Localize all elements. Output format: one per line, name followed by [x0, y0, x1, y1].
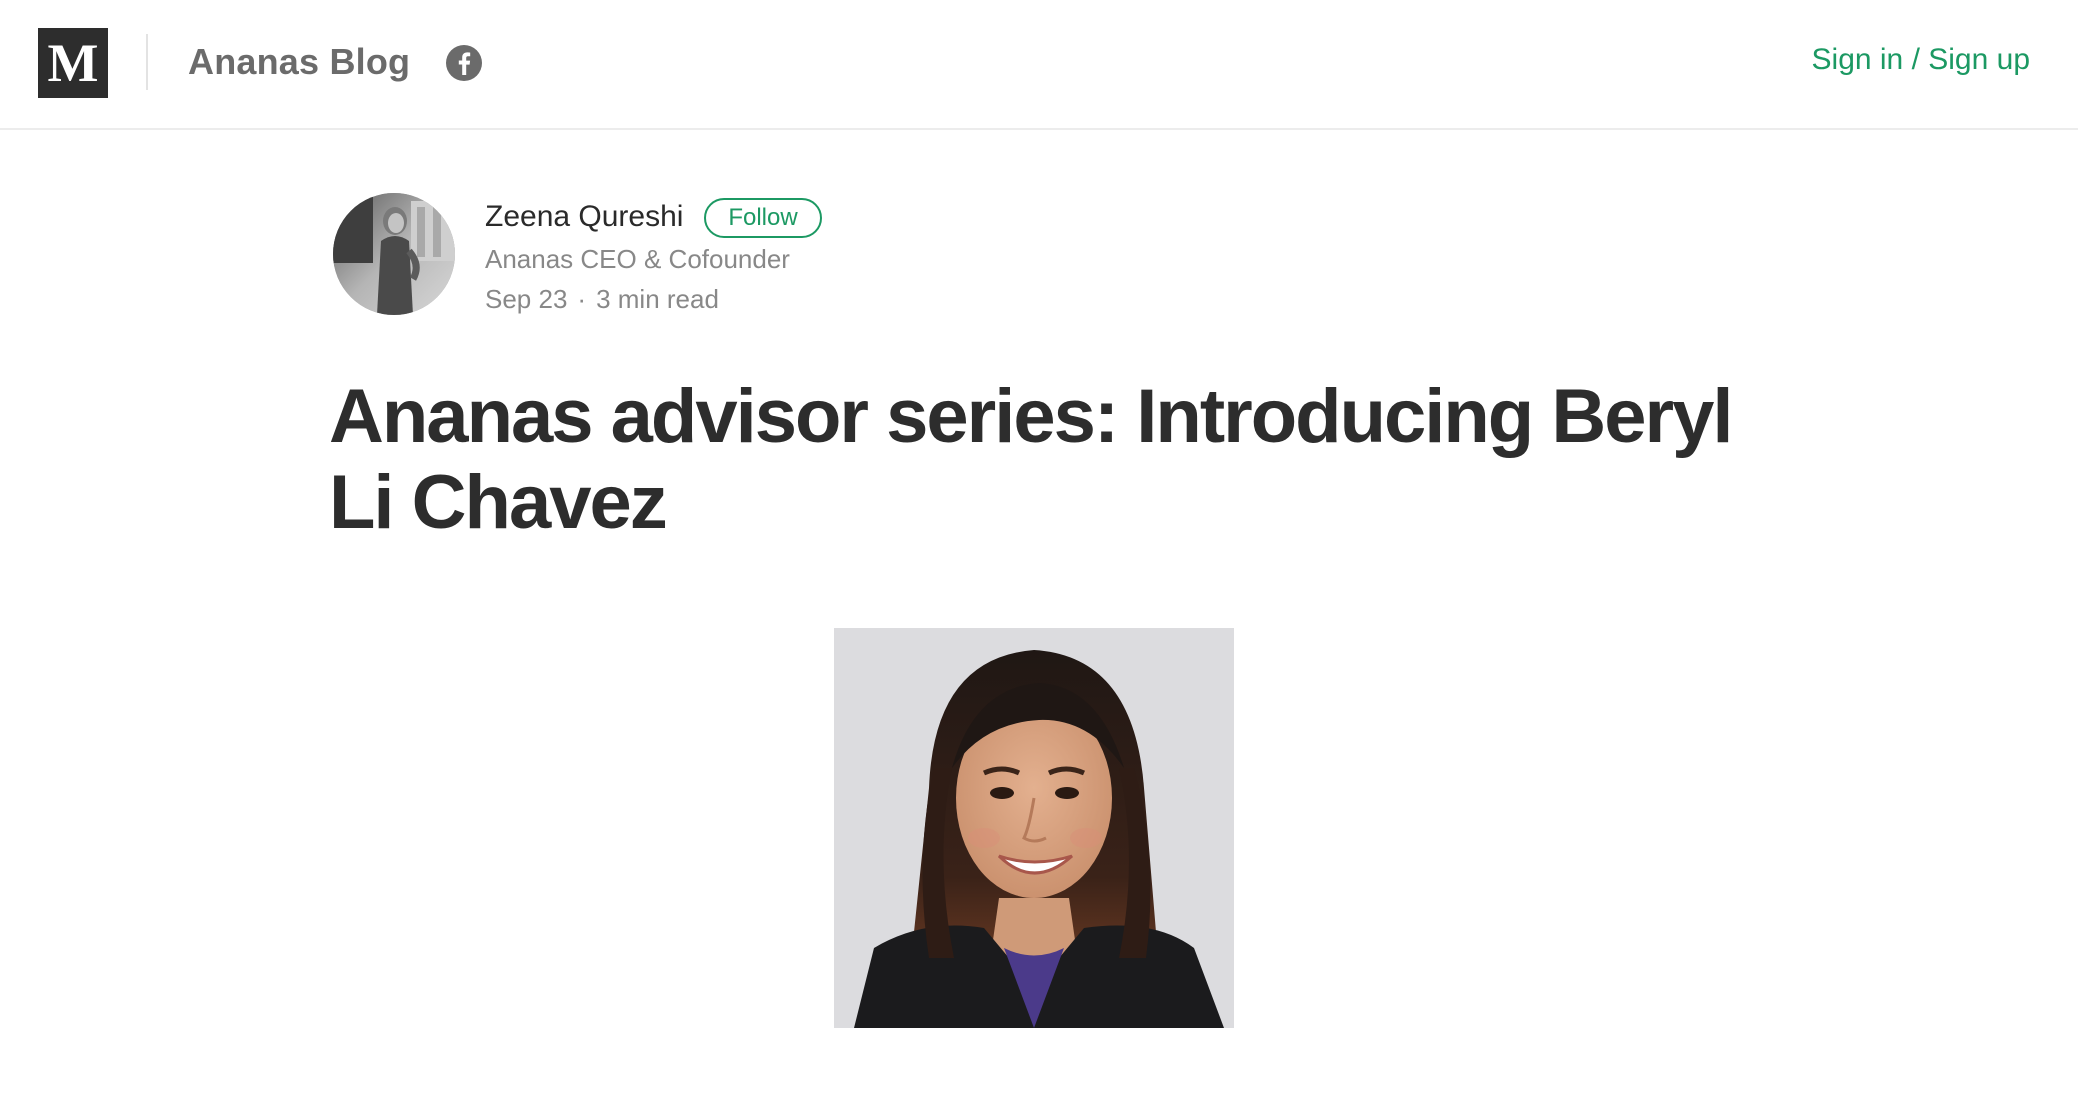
article-photo[interactable] — [834, 628, 1234, 1028]
author-name[interactable]: Zeena Qureshi — [485, 197, 683, 237]
blog-title[interactable]: Ananas Blog — [188, 38, 410, 86]
sign-in-sign-up-link[interactable]: Sign in / Sign up — [1812, 40, 2030, 80]
site-header: M Ananas Blog Sign in / Sign up — [0, 0, 2078, 130]
post-meta: Sep 23 · 3 min read — [485, 281, 719, 317]
header-divider — [146, 34, 148, 90]
author-bio: Ananas CEO & Cofounder — [485, 244, 790, 274]
post-date[interactable]: Sep 23 — [485, 284, 567, 314]
post-title: Ananas advisor series: Introducing Beryl… — [329, 374, 1733, 545]
follow-button[interactable]: Follow — [704, 198, 822, 238]
author-avatar[interactable] — [333, 193, 455, 315]
read-time: 3 min read — [596, 284, 719, 314]
medium-logo[interactable]: M — [38, 28, 108, 98]
meta-separator: · — [577, 284, 587, 314]
facebook-icon[interactable] — [445, 44, 483, 82]
